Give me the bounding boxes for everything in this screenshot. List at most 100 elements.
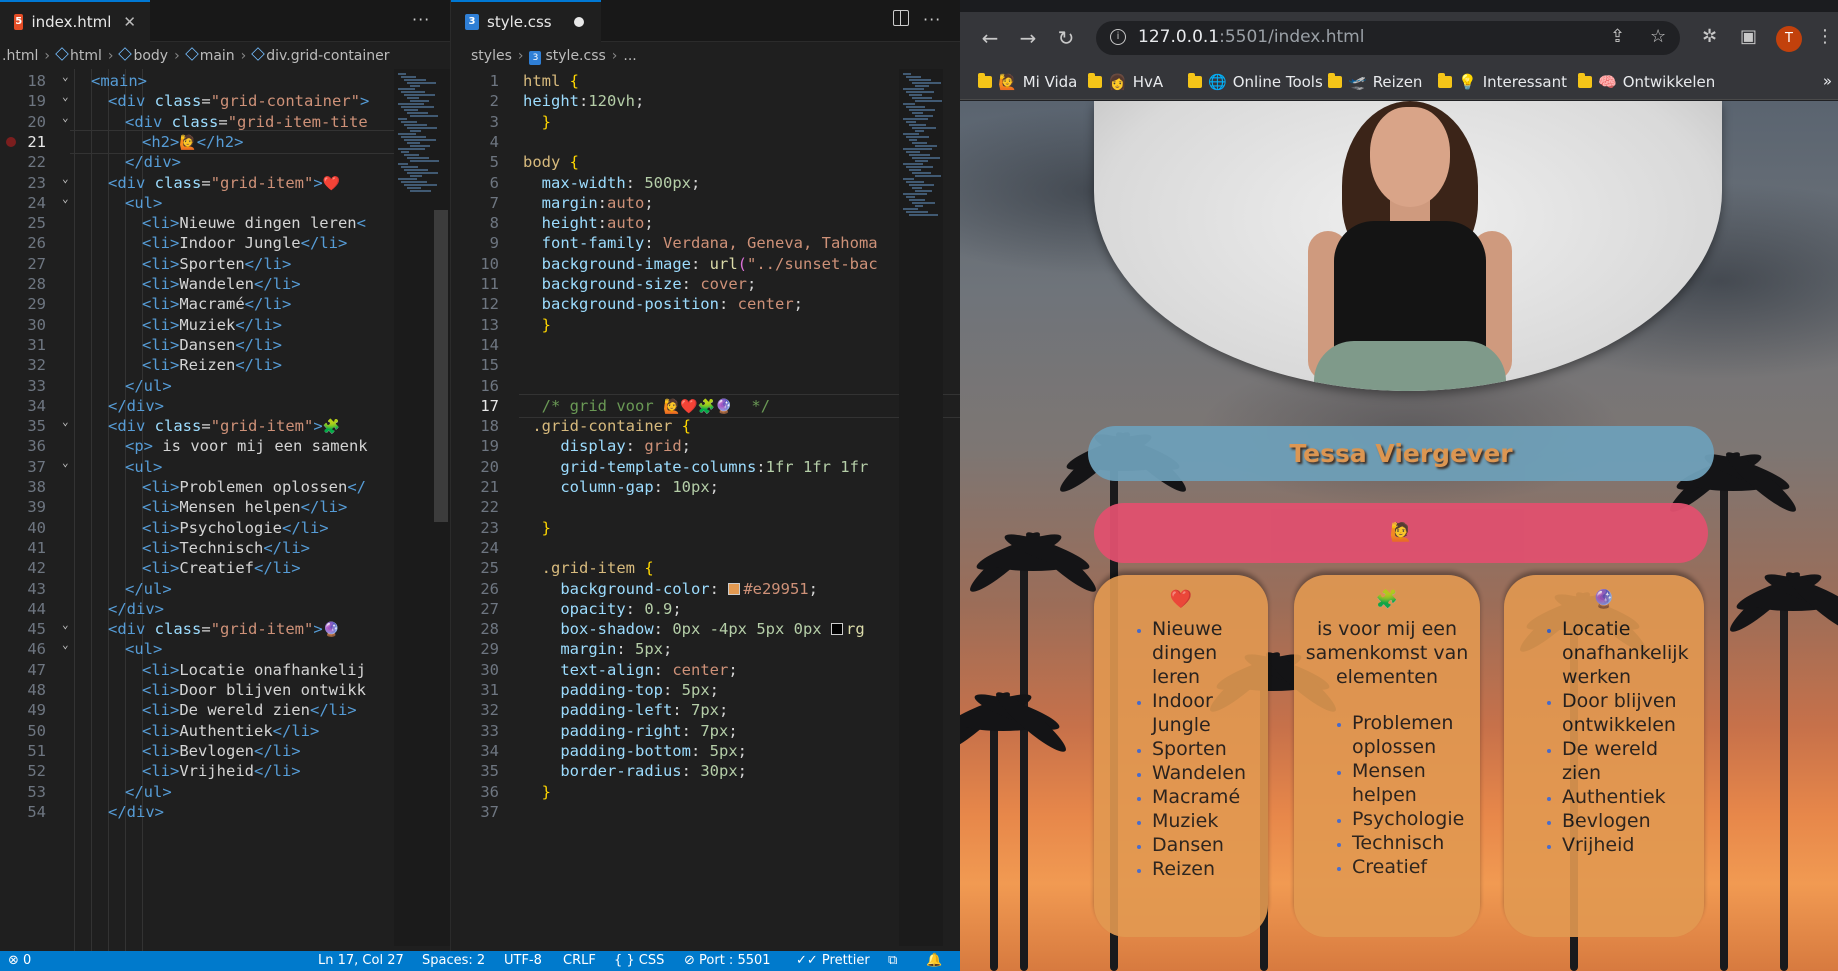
- folder-icon: [1188, 73, 1202, 88]
- bookmark-emoji: 🌐: [1208, 73, 1227, 91]
- minimap-line: [915, 175, 941, 177]
- minimap-line: [909, 124, 926, 126]
- live-server-port[interactable]: ⊘ Port : 5501: [684, 953, 771, 968]
- minimap-line: [398, 118, 407, 120]
- list-item: Reizen: [1152, 857, 1264, 881]
- bookmarks-bar: » 🙋 Mi Vida 👩 HvA 🌐 Online Tools 🛫 Reizen 💡 Inter…: [960, 64, 1838, 100]
- split-editor-icon[interactable]: [893, 10, 909, 26]
- minimap-line: [404, 169, 428, 171]
- list-item: Bevlogen: [1562, 809, 1700, 833]
- fold-chevron-icon[interactable]: ⌄: [62, 106, 69, 130]
- minimap-line: [909, 169, 921, 171]
- breadcrumb-item[interactable]: .html: [2, 48, 38, 64]
- minimap-line: [401, 91, 425, 93]
- notifications-icon[interactable]: 🔔: [926, 953, 942, 968]
- minimap-line: [909, 109, 935, 111]
- bookmark-emoji: 🛫: [1348, 73, 1367, 91]
- minimap-line: [909, 79, 931, 81]
- fold-chevron-icon[interactable]: ⌄: [62, 410, 69, 434]
- bookmark-online-tools[interactable]: 🌐 Online Tools: [1188, 70, 1323, 94]
- grid-item-hobbies: ❤️ Nieuwe dingen lerenIndoor JungleSporte…: [1094, 575, 1268, 937]
- problems-count[interactable]: ⊗ 0: [8, 953, 31, 968]
- bookmark-interessant[interactable]: 💡 Interessant: [1438, 70, 1567, 94]
- bookmark-hva[interactable]: 👩 HvA: [1088, 70, 1163, 94]
- share-icon[interactable]: ⇪: [1610, 26, 1625, 47]
- extensions-icon[interactable]: ✲: [1702, 26, 1717, 47]
- minimap[interactable]: [899, 69, 943, 946]
- minimap-line: [906, 151, 920, 153]
- indentation[interactable]: Spaces: 2: [422, 953, 485, 968]
- list-item: Creatief: [1352, 855, 1476, 879]
- grid-item-elements: 🧩 is voor mij een samenkomst van elemente…: [1294, 575, 1480, 937]
- minimap-line: [410, 115, 438, 117]
- bookmark-ontwikkelen[interactable]: 🧠 Ontwikkelen: [1578, 70, 1715, 94]
- browser-menu-icon[interactable]: ⋮: [1816, 26, 1834, 47]
- side-panel-icon[interactable]: ▣: [1740, 26, 1757, 47]
- site-info-icon[interactable]: i: [1110, 29, 1126, 45]
- minimap-line: [407, 187, 421, 189]
- breakpoint-icon[interactable]: [6, 136, 16, 147]
- breadcrumb-item[interactable]: body: [118, 47, 168, 64]
- more-actions-icon[interactable]: ···: [412, 10, 430, 29]
- breadcrumb-item[interactable]: main: [184, 47, 235, 64]
- tab-label: style.css: [487, 13, 552, 31]
- close-icon[interactable]: ✕: [123, 13, 136, 31]
- html-code-area[interactable]: 18 ⌄ <main> 19 ⌄ <div class="grid-container">…: [0, 69, 450, 971]
- css-editor-pane: 3 style.css ··· styles › 3 style.css ›... 1h…: [450, 0, 960, 971]
- forward-arrow-icon[interactable]: →: [1016, 26, 1040, 50]
- photo-top: [1334, 221, 1486, 361]
- symbol-icon: [118, 47, 133, 61]
- encoding[interactable]: UTF-8: [504, 953, 542, 968]
- fold-chevron-icon[interactable]: ⌄: [62, 633, 69, 657]
- language-mode[interactable]: { } CSS: [614, 953, 664, 968]
- tab-style-css[interactable]: 3 style.css: [451, 0, 601, 42]
- scrollbar-thumb[interactable]: [434, 210, 448, 522]
- breadcrumb-item[interactable]: 3 style.css: [529, 48, 606, 65]
- cursor-position[interactable]: Ln 17, Col 27: [318, 953, 404, 968]
- fold-chevron-icon[interactable]: ⌄: [62, 187, 69, 211]
- minimap-line: [401, 106, 434, 108]
- more-actions-icon[interactable]: ···: [923, 10, 941, 29]
- minimap-line: [915, 145, 937, 147]
- minimap-line: [903, 148, 932, 150]
- profile-avatar[interactable]: T: [1776, 26, 1802, 52]
- address-bar[interactable]: i 127.0.0.1:5501/index.html ⇪ ☆: [1096, 21, 1680, 55]
- card-icon: 🔮: [1592, 589, 1616, 610]
- list-item: Wandelen: [1152, 761, 1264, 785]
- minimap-line: [401, 181, 427, 183]
- card-list: Nieuwe dingen lerenIndoor JungleSportenW…: [1094, 617, 1268, 881]
- bookmark-reizen[interactable]: 🛫 Reizen: [1328, 70, 1422, 94]
- line-ending[interactable]: CRLF: [563, 953, 596, 968]
- unsaved-dot-icon[interactable]: [573, 17, 584, 27]
- back-arrow-icon[interactable]: ←: [978, 26, 1002, 50]
- minimap-line: [915, 100, 942, 102]
- fold-chevron-icon[interactable]: ⌄: [62, 451, 69, 475]
- bookmark-mi-vida[interactable]: 🙋 Mi Vida: [978, 70, 1077, 94]
- breadcrumb-item[interactable]: html: [55, 47, 102, 64]
- reload-icon[interactable]: ↻: [1054, 26, 1078, 50]
- minimap-line: [906, 91, 934, 93]
- minimap-line: [398, 148, 425, 150]
- prettier-status[interactable]: ✓✓ Prettier: [796, 953, 870, 968]
- bookmark-star-icon[interactable]: ☆: [1650, 26, 1666, 47]
- feedback-icon[interactable]: ⧉: [888, 953, 897, 968]
- minimap-line: [398, 133, 416, 135]
- minimap-line: [903, 133, 919, 135]
- list-item: Nieuwe dingen leren: [1152, 617, 1264, 689]
- minimap-line: [912, 127, 936, 129]
- bookmark-emoji: 👩: [1108, 73, 1127, 91]
- breadcrumb-item[interactable]: ...: [623, 48, 636, 64]
- minimap-line: [906, 121, 916, 123]
- minimap-line: [915, 85, 929, 87]
- folder-icon: [1088, 73, 1102, 88]
- list-item: Vrijheid: [1562, 833, 1700, 857]
- css-code-area[interactable]: 1 html {2 height:120vh; 3 } 4 5 body {6 max-wi…: [451, 69, 960, 971]
- minimap-line: [407, 97, 419, 99]
- breadcrumb-item[interactable]: styles: [471, 48, 512, 64]
- breadcrumb-item[interactable]: div.grid-container: [251, 47, 390, 64]
- bookmarks-overflow[interactable]: »: [1823, 72, 1832, 90]
- tab-index-html[interactable]: 5 index.html ✕: [0, 0, 150, 42]
- list-item: Door blijven ontwikkelen: [1562, 689, 1700, 737]
- list-item: Authentiek: [1562, 785, 1700, 809]
- minimap-line: [909, 94, 922, 96]
